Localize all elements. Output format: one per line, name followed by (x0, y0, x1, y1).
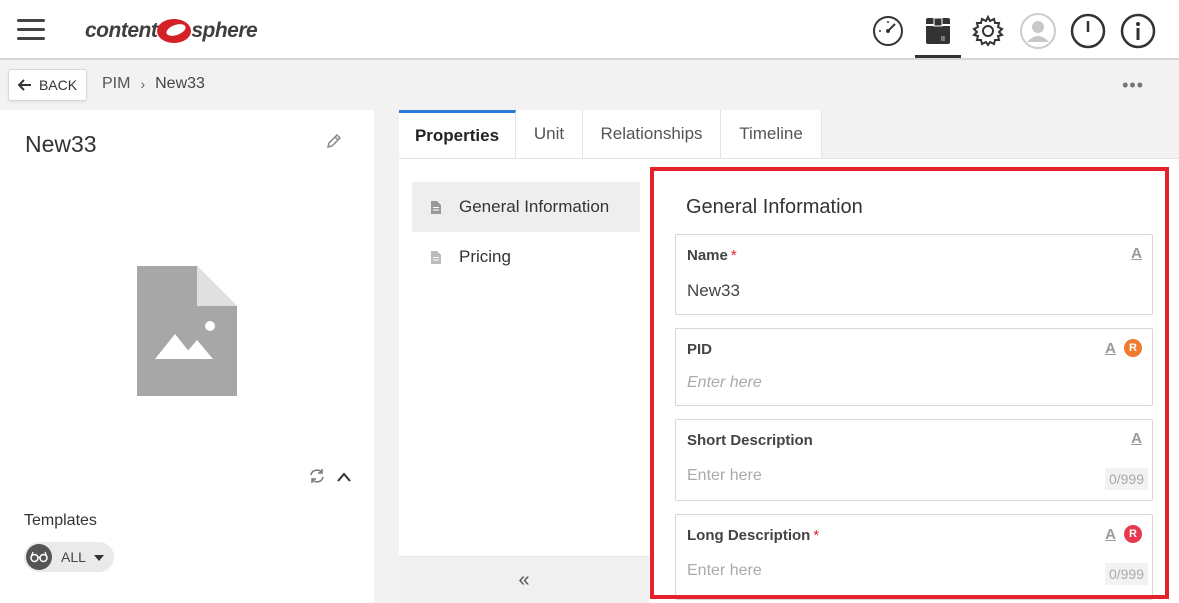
short-description-field[interactable]: Short Description A Enter here 0/999 (675, 419, 1153, 501)
arrow-left-icon (17, 79, 31, 91)
power-icon[interactable] (1067, 8, 1109, 54)
pid-input-placeholder[interactable]: Enter here (687, 374, 762, 392)
tab-timeline[interactable]: Timeline (721, 110, 822, 158)
dashboard-gauge-icon[interactable] (867, 8, 909, 54)
character-counter: 0/999 (1104, 563, 1148, 585)
more-options-icon[interactable]: ••• (1122, 76, 1144, 94)
breadcrumb: PIM › New33 (102, 75, 205, 93)
svg-text:II: II (941, 36, 945, 43)
character-counter: 0/999 (1104, 468, 1148, 490)
top-bar: content sphere II (0, 0, 1179, 60)
short-description-placeholder[interactable]: Enter here (687, 467, 762, 485)
name-value: New33 (687, 281, 740, 300)
panel-divider (374, 110, 399, 603)
templates-label: Templates (24, 512, 97, 529)
document-icon (431, 250, 441, 264)
hamburger-menu-icon[interactable] (17, 19, 45, 41)
section-general-information[interactable]: General Information (412, 182, 640, 232)
r-badge-icon[interactable]: R (1124, 339, 1142, 357)
info-icon[interactable] (1117, 8, 1159, 54)
r-badge-icon[interactable]: R (1124, 525, 1142, 543)
pencil-edit-icon[interactable] (325, 132, 343, 155)
long-description-field[interactable]: Long Description * A R Enter here 0/999 (675, 514, 1153, 600)
image-controls (298, 467, 352, 490)
field-label: Short Description (687, 432, 813, 449)
logo-swoosh-icon (157, 19, 192, 43)
user-avatar-icon[interactable] (1017, 8, 1059, 54)
back-button[interactable]: BACK (8, 69, 87, 101)
logo: content sphere (85, 14, 258, 48)
chevron-up-icon[interactable] (336, 470, 352, 488)
text-format-icon[interactable]: A (1105, 340, 1116, 357)
breadcrumb-current: New33 (155, 75, 205, 92)
pid-field[interactable]: PID A R Enter here (675, 328, 1153, 406)
logo-text-left: content (85, 19, 158, 42)
image-placeholder-icon (137, 266, 237, 396)
glasses-icon (26, 544, 52, 570)
gear-icon[interactable] (967, 8, 1009, 54)
tab-unit[interactable]: Unit (516, 110, 583, 158)
text-format-icon[interactable]: A (1131, 245, 1142, 262)
templates-filter-value: ALL (61, 549, 86, 565)
text-format-icon[interactable]: A (1131, 430, 1142, 447)
section-label: General Information (459, 197, 610, 216)
templates-filter-dropdown[interactable]: ALL (24, 542, 114, 572)
field-label: Name * (687, 247, 737, 264)
tab-bar: Properties Unit Relationships Timeline (399, 110, 1179, 158)
item-title: New33 (25, 131, 97, 157)
section-nav: General Information Pricing (399, 158, 649, 556)
sub-header: BACK PIM › New33 ••• (0, 60, 1179, 110)
top-toolbar: II (859, 8, 1159, 58)
archive-box-icon[interactable]: II (915, 8, 961, 58)
item-overview-panel: New33 Templates ALL (0, 110, 374, 603)
caret-down-icon (93, 548, 104, 566)
document-icon (431, 200, 441, 214)
form-section-title: General Information (686, 196, 863, 218)
section-pricing[interactable]: Pricing (412, 232, 640, 282)
name-field[interactable]: Name * A New33 (675, 234, 1153, 315)
breadcrumb-pim[interactable]: PIM (102, 75, 130, 93)
tab-relationships[interactable]: Relationships (583, 110, 721, 158)
field-label: PID (687, 341, 713, 358)
field-label: Long Description * (687, 527, 820, 544)
refresh-icon[interactable] (308, 467, 326, 490)
section-label: Pricing (459, 247, 511, 266)
back-label: BACK (38, 77, 78, 93)
text-format-icon[interactable]: A (1105, 526, 1116, 543)
logo-text-right: sphere (191, 19, 258, 42)
collapse-panel-button[interactable]: « (399, 556, 649, 603)
chevron-right-icon: › (140, 76, 146, 92)
tab-properties[interactable]: Properties (399, 110, 516, 158)
long-description-placeholder[interactable]: Enter here (687, 562, 762, 580)
